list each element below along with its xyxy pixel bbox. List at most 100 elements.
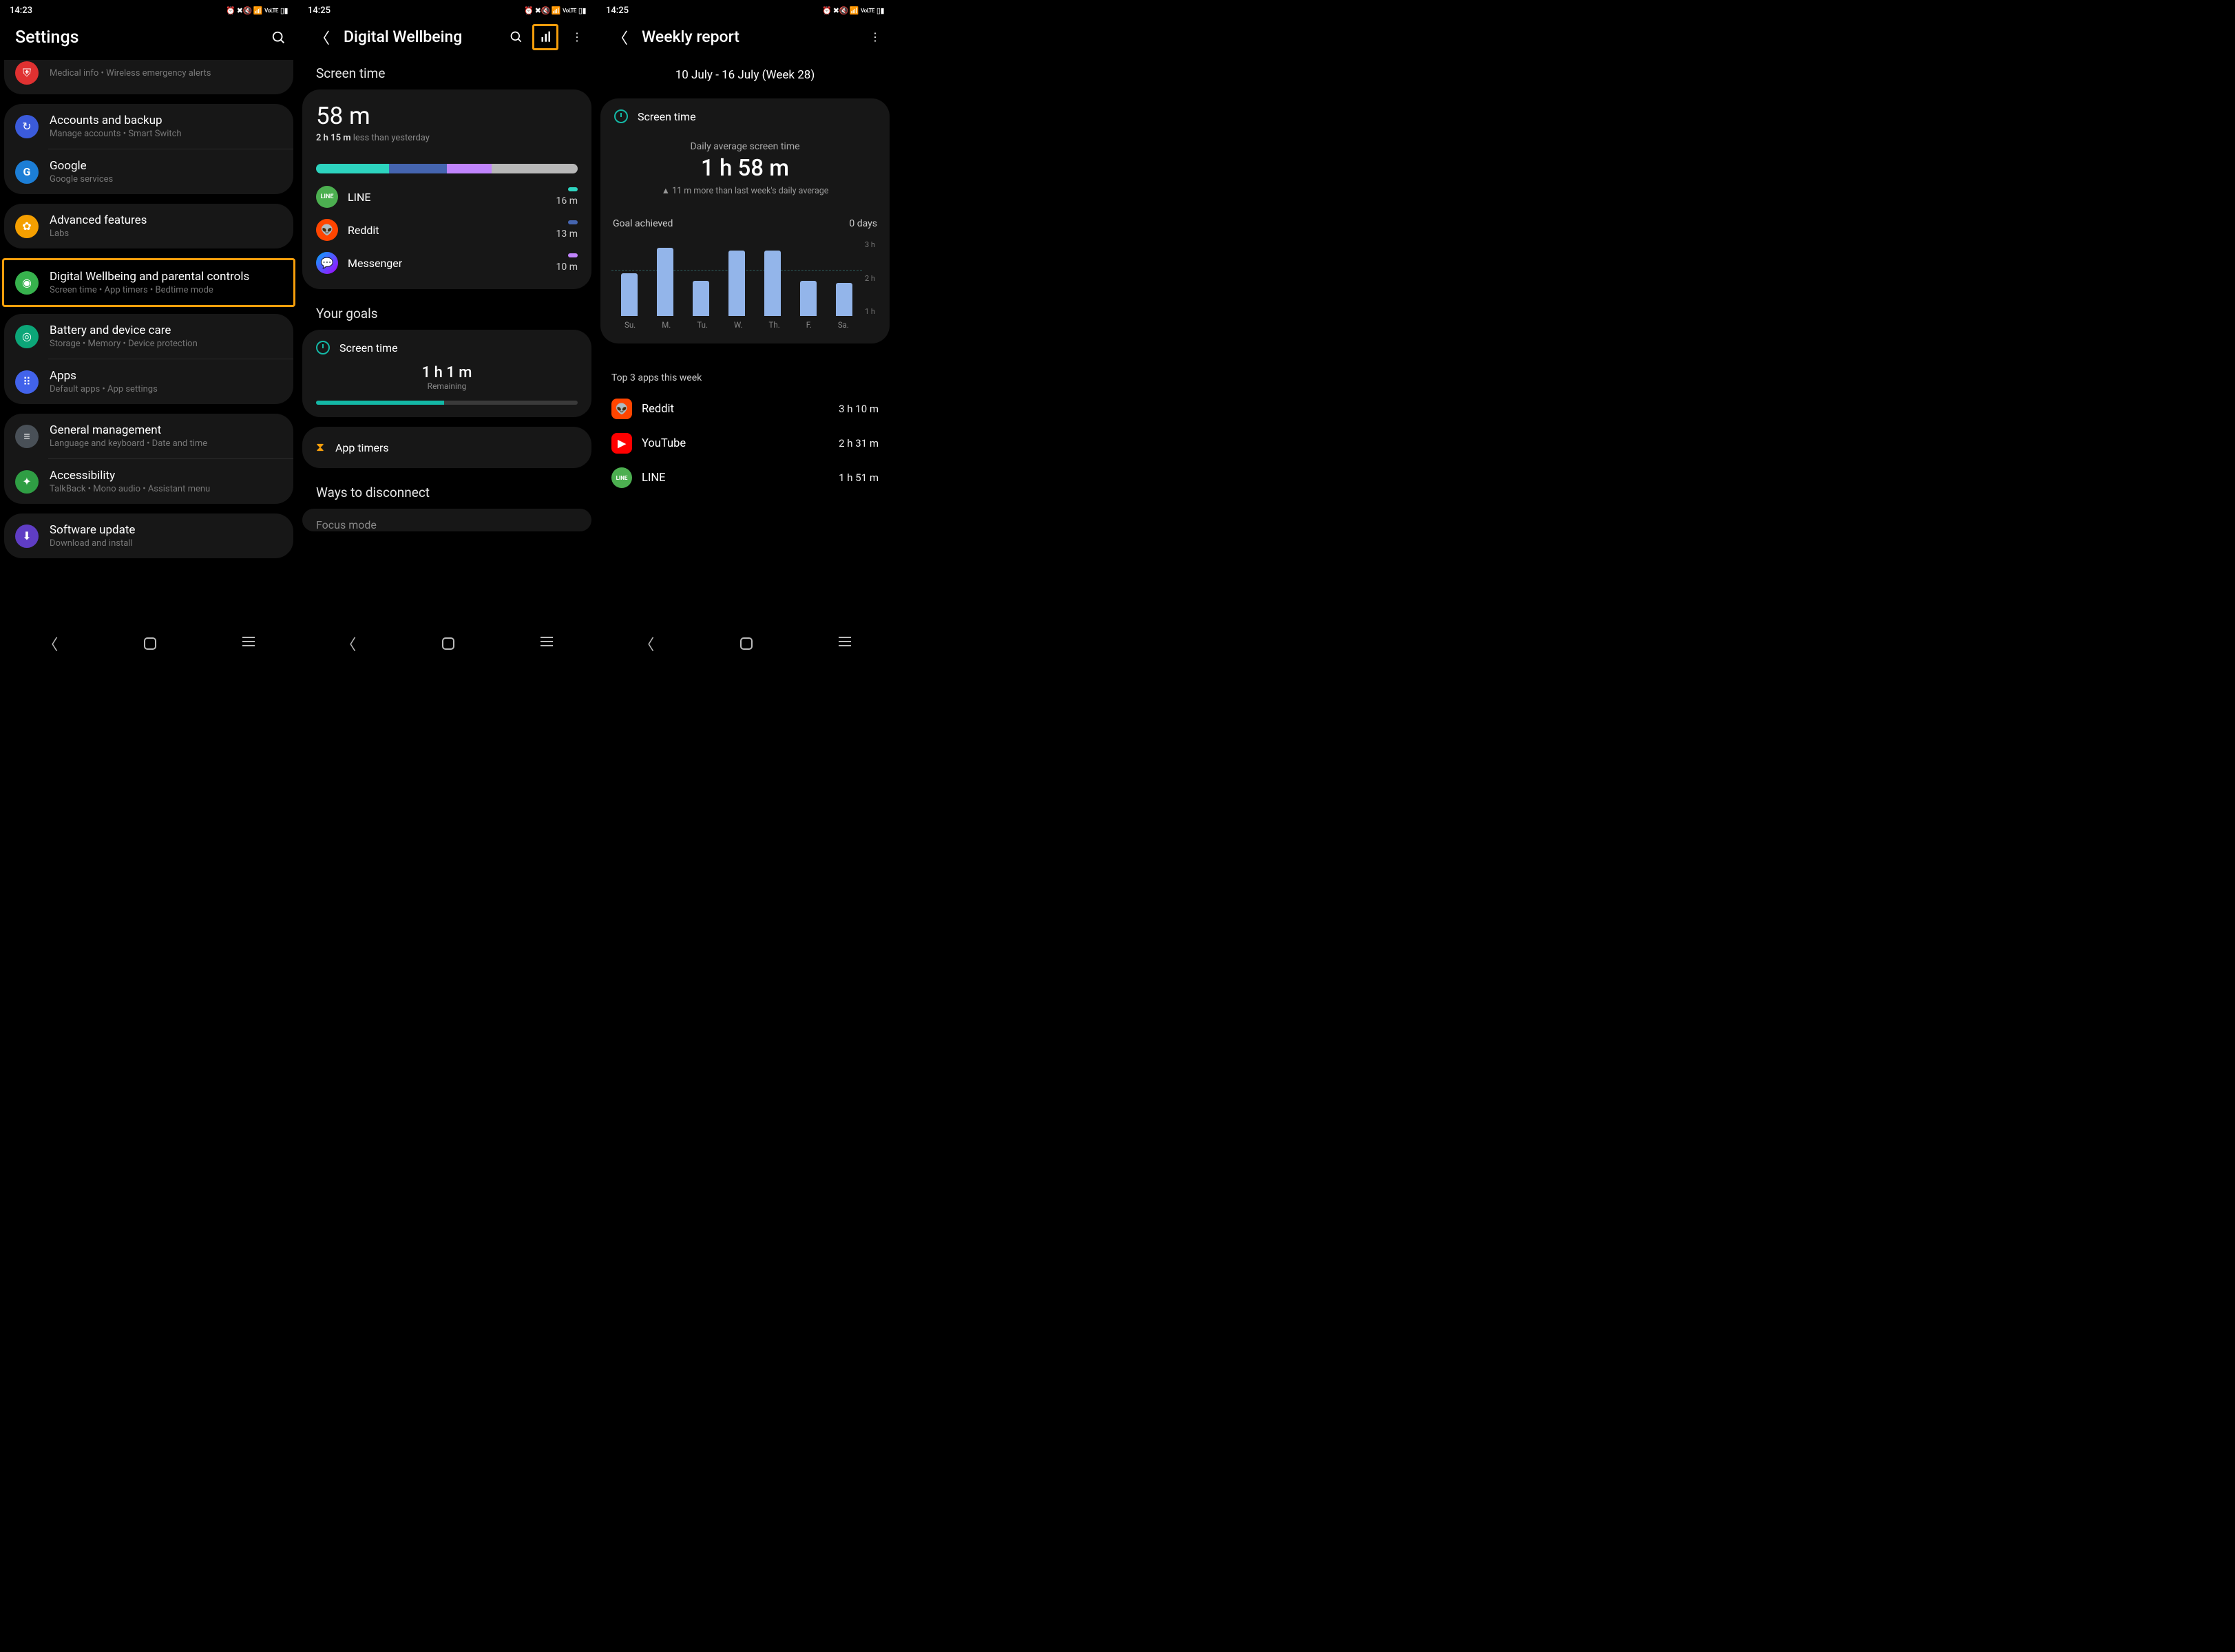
nav-home-icon[interactable] [442, 637, 454, 650]
status-bar: 14:25 ⏰ ✖🔇 📶 VoLTE ▯▮ [596, 0, 894, 21]
phone-settings: 14:23 ⏰ ✖🔇 📶 VoLTE ▯▮ Settings ⛨ Medical… [0, 0, 298, 661]
sliders-icon: ≡ [15, 425, 39, 448]
app-timers-card[interactable]: ⧗ App timers [302, 427, 591, 468]
accessibility-icon: ✦ [15, 470, 39, 494]
focus-mode-card[interactable]: Focus mode [302, 509, 591, 531]
back-icon[interactable]: 〈 [313, 28, 331, 46]
report-header: 〈 Weekly report ⋮ [596, 21, 894, 59]
nav-home-icon[interactable] [144, 637, 156, 650]
top-app-youtube[interactable]: ▶ YouTube 2 h 31 m [600, 426, 890, 460]
nav-back-icon[interactable]: 〈 [341, 633, 356, 655]
goal-achieved-row: Goal achieved 0 days [600, 203, 890, 235]
seg-line [316, 164, 389, 173]
nav-back-icon[interactable]: 〈 [43, 633, 58, 655]
advanced-features-row[interactable]: ✿ Advanced features Labs [4, 204, 293, 248]
nav-home-icon[interactable] [740, 637, 753, 650]
pill-icon [568, 253, 578, 257]
goals-header: Your goals [302, 299, 591, 330]
line-icon: LINE [316, 186, 338, 208]
nav-recent-icon[interactable] [541, 641, 553, 646]
bar-Su [621, 273, 638, 316]
bar-Tu [693, 281, 709, 316]
y-axis-labels: 3 h 2 h 1 h [865, 240, 880, 316]
screen-time-card[interactable]: 58 m 2 h 15 m less than yesterday LINE L… [302, 89, 591, 289]
app-row-messenger[interactable]: 💬 Messenger 10 m [316, 246, 578, 279]
bar-F [800, 281, 817, 316]
battery-device-care-row[interactable]: ◎ Battery and device care Storage • Memo… [4, 314, 293, 359]
usage-segbar [316, 164, 578, 173]
reddit-icon: 👽 [611, 399, 632, 419]
phone-weekly-report: 14:25 ⏰ ✖🔇 📶 VoLTE ▯▮ 〈 Weekly report ⋮ … [596, 0, 894, 661]
bar-M [657, 248, 673, 316]
chart-icon[interactable] [538, 28, 556, 46]
seg-messenger [447, 164, 492, 173]
messenger-icon: 💬 [316, 252, 338, 274]
sync-icon: ↻ [15, 115, 39, 138]
page-title: Weekly report [642, 28, 854, 46]
screen-time-label: Screen time [638, 110, 696, 123]
top-app-reddit[interactable]: 👽 Reddit 3 h 10 m [600, 392, 890, 426]
avg-value: 1 h 58 m [600, 155, 890, 182]
reddit-icon: 👽 [316, 219, 338, 241]
avg-label: Daily average screen time [600, 141, 890, 152]
goal-value: 1 h 1 m [302, 364, 591, 381]
bar-W [728, 251, 745, 316]
goal-progress [316, 401, 578, 405]
goal-label: Remaining [302, 381, 591, 391]
top-app-line[interactable]: LINE LINE 1 h 51 m [600, 460, 890, 495]
clock: 14:23 [10, 6, 32, 16]
apps-row[interactable]: ⠿ Apps Default apps • App settings [4, 359, 293, 404]
screen-time-report-card[interactable]: Screen time Daily average screen time 1 … [600, 98, 890, 343]
nav-bar: 〈 [0, 631, 297, 661]
google-icon: G [15, 160, 39, 184]
status-bar: 14:25 ⏰ ✖🔇 📶 VoLTE ▯▮ [298, 0, 596, 21]
youtube-icon: ▶ [611, 433, 632, 454]
more-icon[interactable]: ⋮ [568, 28, 586, 46]
pill-icon [568, 220, 578, 224]
safety-emergency-row[interactable]: ⛨ Medical info • Wireless emergency aler… [4, 60, 293, 94]
app-timers-label: App timers [335, 441, 389, 454]
goal-card[interactable]: Screen time 1 h 1 m Remaining [302, 330, 591, 417]
google-row[interactable]: G Google Google services [4, 149, 293, 194]
nav-recent-icon[interactable] [242, 641, 255, 646]
digital-wellbeing-highlight: ◉ Digital Wellbeing and parental control… [2, 258, 295, 307]
more-icon[interactable]: ⋮ [866, 28, 884, 46]
nav-recent-icon[interactable] [839, 641, 851, 646]
digital-wellbeing-row[interactable]: ◉ Digital Wellbeing and parental control… [4, 260, 293, 302]
screen-time-header: Screen time [302, 59, 591, 89]
disconnect-header: Ways to disconnect [302, 478, 591, 509]
weekly-bar-chart: 3 h 2 h 1 h Su.M.Tu.W.Th.F.Sa. [605, 240, 880, 330]
general-management-row[interactable]: ≡ General management Language and keyboa… [4, 414, 293, 458]
wellbeing-header: 〈 Digital Wellbeing ⋮ [298, 21, 596, 59]
nav-bar: 〈 [596, 631, 894, 661]
app-row-line[interactable]: LINE LINE 16 m [316, 180, 578, 213]
app-row-reddit[interactable]: 👽 Reddit 13 m [316, 213, 578, 246]
update-icon: ⬇ [15, 525, 39, 548]
software-update-row[interactable]: ⬇ Software update Download and install [4, 513, 293, 558]
search-icon[interactable] [270, 29, 288, 47]
wellbeing-content[interactable]: Screen time 58 m 2 h 15 m less than yest… [298, 59, 596, 631]
goal-name: Screen time [339, 341, 398, 354]
device-care-icon: ◎ [15, 325, 39, 348]
status-icons: ⏰ ✖🔇 📶 VoLTE ▯▮ [226, 6, 288, 15]
line-icon: LINE [611, 467, 632, 488]
page-title: Settings [15, 28, 258, 47]
seg-reddit [389, 164, 447, 173]
bar-Sa [836, 283, 852, 316]
nav-back-icon[interactable]: 〈 [639, 633, 654, 655]
screen-time-delta: 2 h 15 m less than yesterday [316, 133, 578, 143]
accessibility-row[interactable]: ✦ Accessibility TalkBack • Mono audio • … [4, 459, 293, 504]
apps-icon: ⠿ [15, 370, 39, 394]
report-content[interactable]: 10 July - 16 July (Week 28) Screen time … [596, 59, 894, 631]
search-icon[interactable] [507, 28, 525, 46]
settings-list[interactable]: ⛨ Medical info • Wireless emergency aler… [0, 60, 297, 631]
clock: 14:25 [606, 6, 629, 16]
phone-wellbeing: 14:25 ⏰ ✖🔇 📶 VoLTE ▯▮ 〈 Digital Wellbein… [298, 0, 596, 661]
back-icon[interactable]: 〈 [611, 28, 629, 46]
accounts-backup-row[interactable]: ↻ Accounts and backup Manage accounts • … [4, 104, 293, 149]
hourglass-icon: ⧗ [316, 441, 324, 454]
x-axis-labels: Su.M.Tu.W.Th.F.Sa. [611, 320, 862, 330]
screen-time-value: 58 m [316, 102, 578, 130]
status-bar: 14:23 ⏰ ✖🔇 📶 VoLTE ▯▮ [0, 0, 297, 21]
top-apps-header: Top 3 apps this week [600, 353, 890, 392]
